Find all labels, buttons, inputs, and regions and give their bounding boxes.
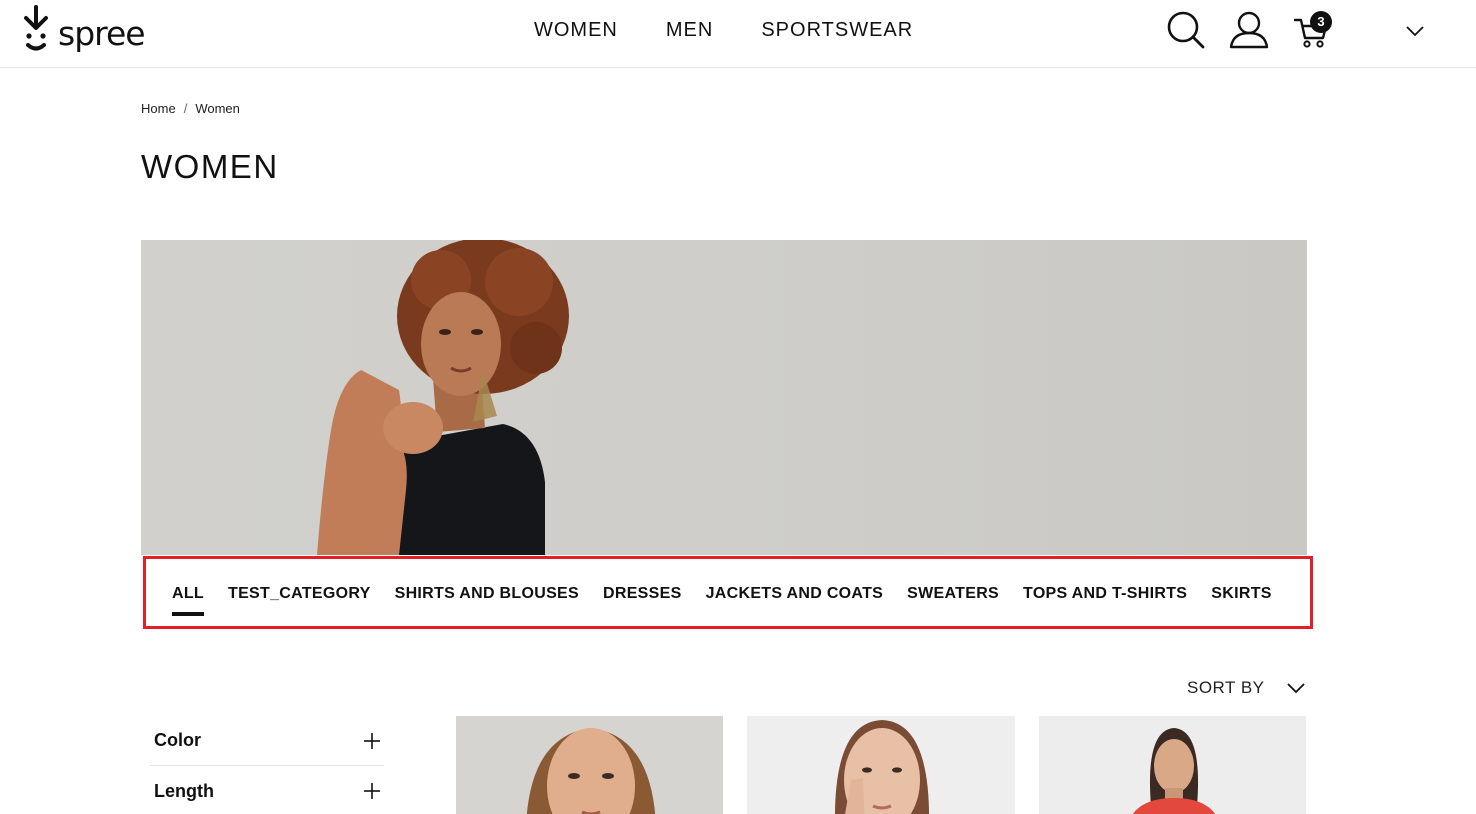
breadcrumb: Home / Women bbox=[141, 101, 240, 116]
category-tabs: ALL TEST_CATEGORY SHIRTS AND BLOUSES DRE… bbox=[172, 584, 1296, 616]
page-title: WOMEN bbox=[141, 148, 279, 185]
tab-all[interactable]: ALL bbox=[172, 584, 205, 616]
breadcrumb-home[interactable]: Home bbox=[141, 101, 176, 116]
tab-test-category[interactable]: TEST_CATEGORY bbox=[228, 584, 371, 604]
plus-icon bbox=[364, 783, 380, 799]
spree-logo[interactable]: spree bbox=[20, 4, 150, 58]
filter-sidebar: Color Length bbox=[150, 716, 384, 814]
spree-logo-icon bbox=[24, 5, 48, 51]
logo-text: spree bbox=[58, 13, 146, 53]
tab-shirts-and-blouses[interactable]: SHIRTS AND BLOUSES bbox=[395, 584, 579, 604]
product-image bbox=[456, 716, 723, 814]
sort-by-dropdown[interactable]: SORT BY bbox=[1187, 678, 1305, 698]
plus-icon bbox=[364, 732, 380, 749]
search-icon[interactable] bbox=[1166, 10, 1206, 50]
breadcrumb-current[interactable]: Women bbox=[195, 101, 240, 116]
chevron-down-icon bbox=[1286, 683, 1305, 694]
sort-by-label: SORT BY bbox=[1187, 678, 1265, 697]
banner-model-illustration bbox=[317, 240, 569, 555]
breadcrumb-separator: / bbox=[183, 101, 188, 116]
nav-sportswear[interactable]: SPORTSWEAR bbox=[761, 18, 913, 42]
category-banner-image bbox=[141, 240, 1307, 555]
product-card-2[interactable] bbox=[747, 716, 1015, 814]
tab-dresses[interactable]: DRESSES bbox=[603, 584, 682, 604]
site-header: spree WOMEN MEN SPORTSWEAR 3 bbox=[0, 0, 1476, 68]
filter-color-label: Color bbox=[154, 730, 201, 750]
filter-color[interactable]: Color bbox=[150, 716, 384, 766]
nav-women[interactable]: WOMEN bbox=[534, 18, 618, 42]
product-card-1[interactable] bbox=[456, 716, 723, 814]
product-image bbox=[1039, 716, 1306, 814]
tab-sweaters[interactable]: SWEATERS bbox=[907, 584, 999, 604]
filter-length[interactable]: Length bbox=[150, 766, 384, 814]
tab-tops-and-t-shirts[interactable]: TOPS AND T-SHIRTS bbox=[1023, 584, 1187, 604]
tab-jackets-and-coats[interactable]: JACKETS AND COATS bbox=[706, 584, 884, 604]
product-card-3[interactable] bbox=[1039, 716, 1306, 814]
account-icon[interactable] bbox=[1229, 11, 1269, 49]
tab-skirts[interactable]: SKIRTS bbox=[1211, 584, 1271, 604]
cart-count-badge: 3 bbox=[1310, 11, 1332, 33]
product-image bbox=[747, 716, 1015, 814]
main-nav: WOMEN MEN SPORTSWEAR bbox=[534, 18, 961, 42]
nav-men[interactable]: MEN bbox=[666, 18, 713, 42]
filter-length-label: Length bbox=[154, 780, 214, 801]
chevron-down-icon[interactable] bbox=[1405, 24, 1425, 38]
